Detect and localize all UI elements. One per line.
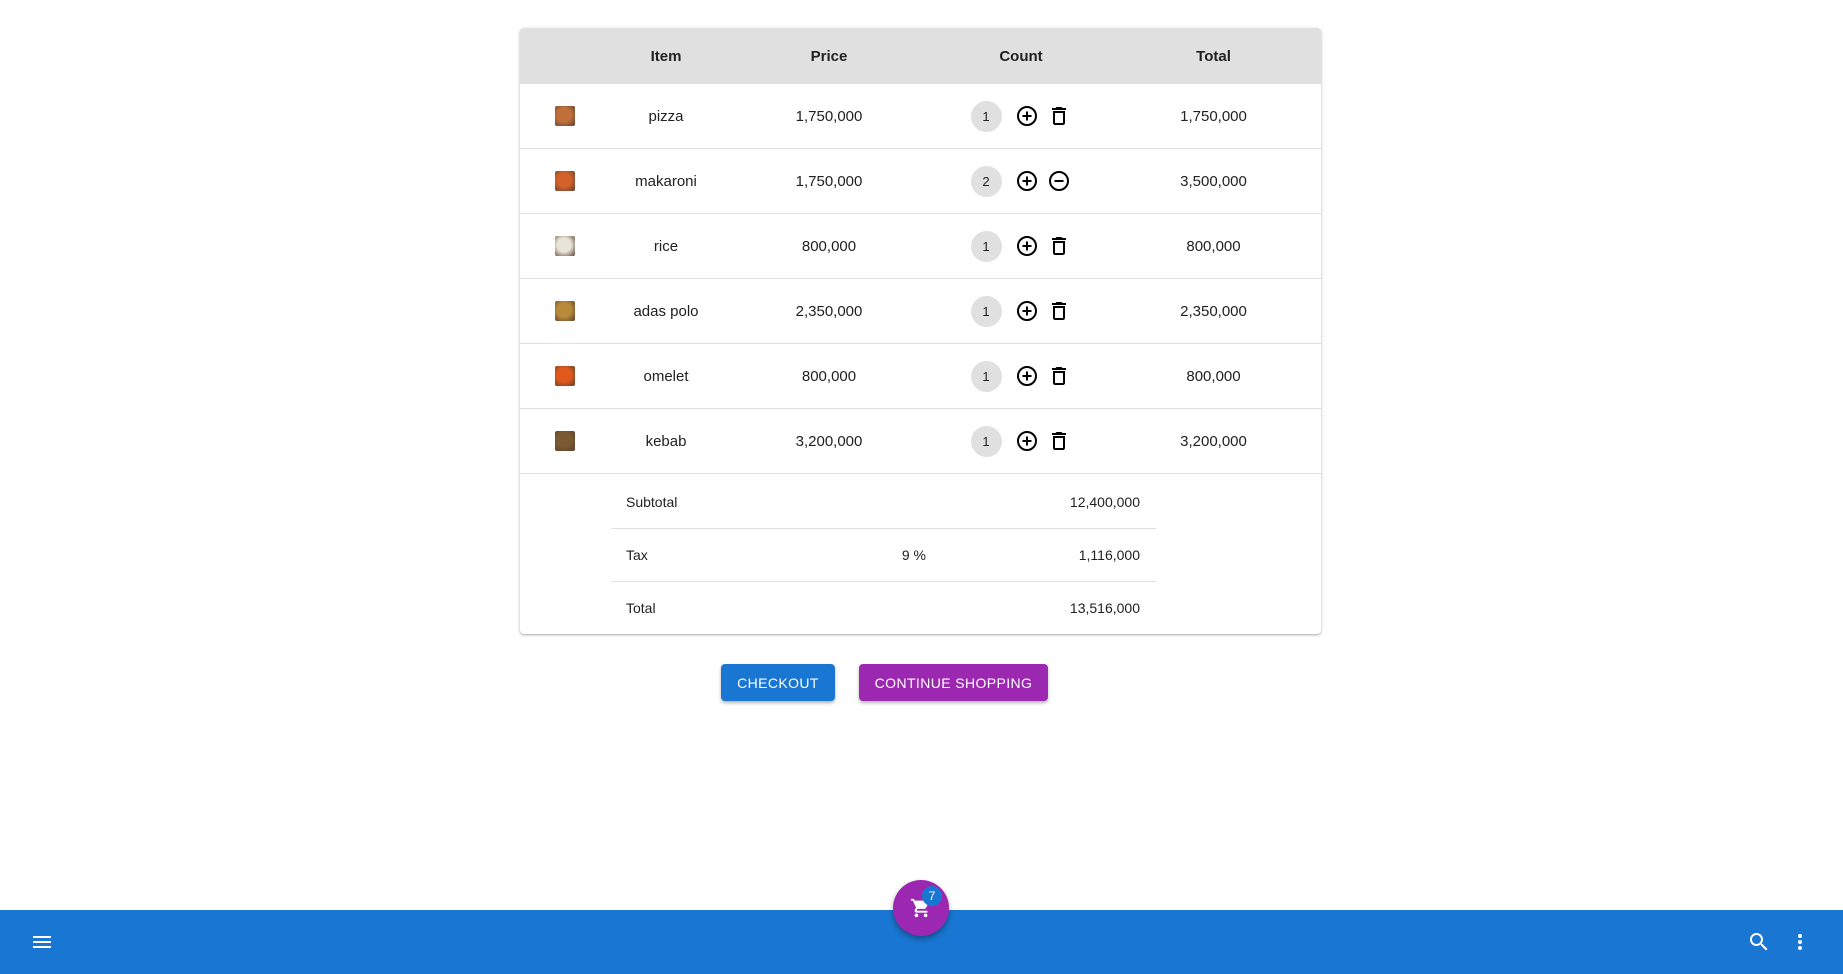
delete-icon[interactable] (1046, 298, 1072, 324)
delete-icon[interactable] (1046, 103, 1072, 129)
continue-shopping-button[interactable]: CONTINUE SHOPPING (859, 664, 1048, 701)
food-thumbnail-image (555, 236, 575, 256)
delete-icon[interactable] (1046, 363, 1072, 389)
table-body: pizza 1,750,000 1 1,750,000 makaroni 1,750,00… (520, 84, 1321, 474)
table-row: kebab 3,200,000 1 3,200,000 (520, 409, 1321, 474)
header-price: Price (810, 47, 848, 65)
cart-fab[interactable]: 7 (893, 880, 949, 936)
table-header: Item Price Count Total (520, 28, 1321, 84)
item-name: adas polo (633, 302, 699, 320)
count-chip: 1 (970, 230, 1002, 262)
subtotal-row: Subtotal 12,400,000 (611, 476, 1156, 529)
item-price: 1,750,000 (795, 107, 863, 125)
table-row: omelet 800,000 1 800,000 (520, 344, 1321, 409)
total-value: 13,516,000 (1069, 600, 1140, 616)
add-circle-icon[interactable] (1014, 233, 1040, 259)
item-price: 800,000 (801, 367, 857, 385)
count-chip: 1 (970, 295, 1002, 327)
item-price: 1,750,000 (795, 172, 863, 190)
order-summary: Subtotal 12,400,000 Tax 9 % 1,116,000 To… (611, 476, 1156, 634)
item-total: 800,000 (1186, 237, 1241, 255)
food-thumbnail-image (555, 301, 575, 321)
item-name: omelet (643, 367, 689, 385)
food-thumbnail-image (555, 106, 575, 126)
item-count: 1 (936, 295, 1106, 327)
table-row: rice 800,000 1 800,000 (520, 214, 1321, 279)
subtotal-value: 12,400,000 (1069, 494, 1140, 510)
table-row: adas polo 2,350,000 1 2,350,000 (520, 279, 1321, 344)
item-name: kebab (645, 432, 687, 450)
add-circle-icon[interactable] (1014, 298, 1040, 324)
table-row: pizza 1,750,000 1 1,750,000 (520, 84, 1321, 149)
item-count: 2 (936, 165, 1106, 197)
table-row: makaroni 1,750,000 2 3,500,000 (520, 149, 1321, 214)
item-count: 1 (936, 360, 1106, 392)
remove-circle-icon[interactable] (1046, 168, 1072, 194)
delete-icon[interactable] (1046, 428, 1072, 454)
item-thumbnail (520, 366, 610, 386)
tax-label: Tax (626, 547, 648, 563)
item-total: 2,350,000 (1180, 302, 1247, 320)
checkout-button[interactable]: CHECKOUT (721, 664, 835, 701)
item-thumbnail (520, 301, 610, 321)
item-thumbnail (520, 171, 610, 191)
count-chip: 1 (970, 100, 1002, 132)
item-name: rice (653, 237, 679, 255)
item-total: 3,500,000 (1180, 172, 1247, 190)
add-circle-icon[interactable] (1014, 168, 1040, 194)
item-thumbnail (520, 106, 610, 126)
item-total: 1,750,000 (1180, 107, 1247, 125)
tax-rate: 9 % (901, 547, 926, 563)
food-thumbnail-image (555, 366, 575, 386)
item-price: 2,350,000 (795, 302, 863, 320)
item-count: 1 (936, 230, 1106, 262)
add-circle-icon[interactable] (1014, 428, 1040, 454)
total-label: Total (626, 600, 656, 616)
item-count: 1 (936, 425, 1106, 457)
header-item: Item (650, 47, 682, 65)
add-circle-icon[interactable] (1014, 363, 1040, 389)
item-price: 800,000 (801, 237, 857, 255)
menu-icon[interactable] (29, 929, 55, 955)
tax-row: Tax 9 % 1,116,000 (611, 529, 1156, 582)
total-row: Total 13,516,000 (611, 582, 1156, 634)
add-circle-icon[interactable] (1014, 103, 1040, 129)
item-thumbnail (520, 431, 610, 451)
count-chip: 1 (970, 425, 1002, 457)
header-total: Total (1196, 47, 1231, 65)
more-vert-icon[interactable] (1787, 929, 1813, 955)
item-name: pizza (648, 107, 684, 125)
tax-value: 1,116,000 (1078, 547, 1140, 563)
delete-icon[interactable] (1046, 233, 1072, 259)
food-thumbnail-image (555, 431, 575, 451)
count-chip: 1 (970, 360, 1002, 392)
item-count: 1 (936, 100, 1106, 132)
item-total: 800,000 (1186, 367, 1241, 385)
count-chip: 2 (970, 165, 1002, 197)
item-thumbnail (520, 236, 610, 256)
food-thumbnail-image (555, 171, 575, 191)
cart-table: Item Price Count Total pizza 1,750,000 1 1,… (520, 28, 1321, 634)
item-price: 3,200,000 (795, 432, 863, 450)
cart-badge: 7 (922, 886, 942, 906)
item-total: 3,200,000 (1180, 432, 1247, 450)
subtotal-label: Subtotal (626, 494, 678, 510)
search-icon[interactable] (1746, 929, 1772, 955)
item-name: makaroni (635, 172, 697, 190)
header-count: Count (999, 47, 1043, 65)
